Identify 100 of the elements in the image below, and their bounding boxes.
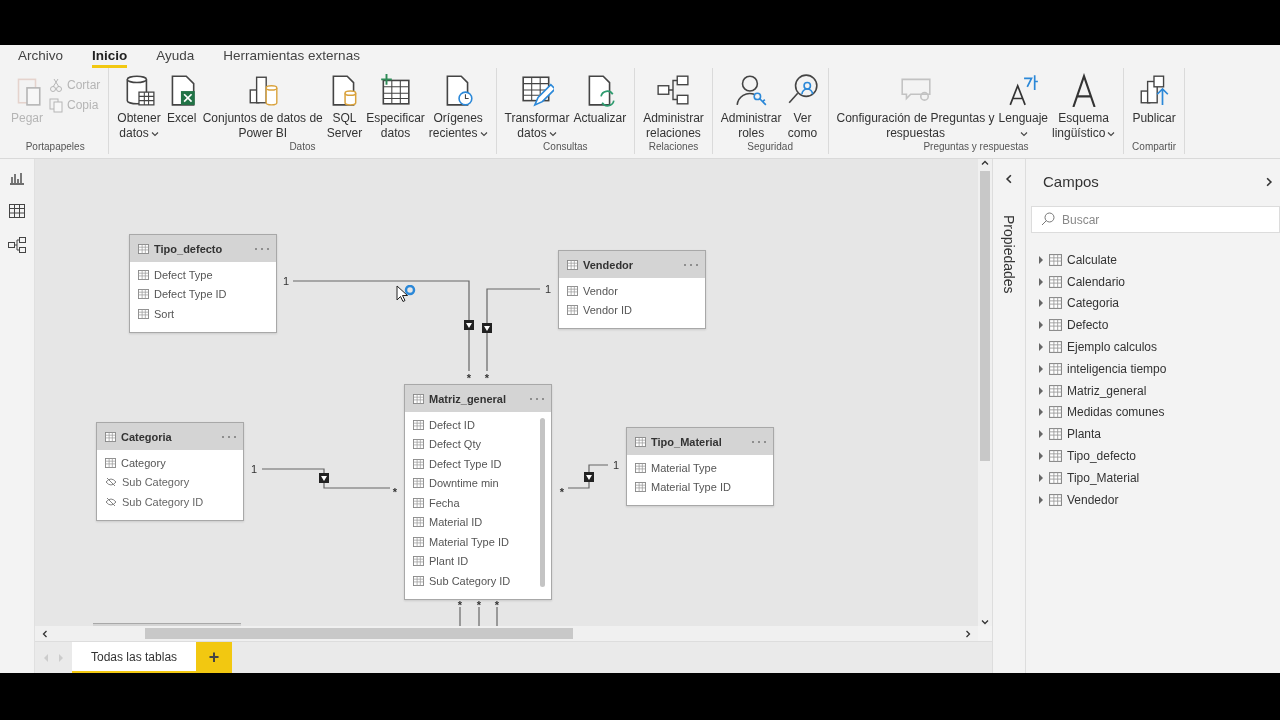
table-icon	[1049, 406, 1062, 419]
field-name: Defect Type ID	[154, 288, 227, 301]
field-name: Vendor ID	[583, 304, 632, 317]
more-options-icon[interactable]	[529, 396, 545, 401]
table-icon	[1049, 471, 1062, 484]
previous-page-icon[interactable]	[43, 653, 49, 662]
field-name: Sub Category	[122, 476, 190, 489]
field-list-item[interactable]: Ejemplo calculos	[1031, 336, 1280, 358]
ribbon-button[interactable]: Publicar	[1130, 73, 1178, 126]
hidden-eye-icon	[105, 496, 117, 507]
ribbon-button[interactable]: Configuración de Preguntas y respuestas	[834, 73, 997, 141]
diagram-icon[interactable]	[8, 237, 26, 253]
menu-tab[interactable]: Ayuda	[156, 48, 195, 68]
ribbon-button[interactable]: SQL Server	[324, 73, 365, 141]
field-list-item[interactable]: Calendario	[1031, 270, 1280, 293]
field-icon	[567, 305, 578, 316]
field-icon	[413, 478, 424, 489]
field-icon	[413, 439, 424, 450]
table-icon	[635, 436, 646, 447]
field-icon	[138, 308, 149, 319]
scrollbar[interactable]	[978, 159, 992, 626]
field-list-item[interactable]: Medidas comunes	[1031, 401, 1280, 424]
field-list-item[interactable]: Vendedor	[1031, 488, 1280, 511]
scroll-right-icon[interactable]	[964, 629, 972, 638]
field-icon	[413, 517, 424, 528]
cardinality-label: *	[494, 599, 500, 611]
ribbon-button[interactable]: Lenguaje	[996, 73, 1050, 141]
table-name: Tipo_Material	[651, 435, 723, 448]
table-name: Vendedor	[583, 258, 635, 271]
scroll-left-icon[interactable]	[41, 629, 49, 638]
scroll-up-icon[interactable]	[981, 159, 989, 167]
table-icon[interactable]	[9, 204, 25, 218]
properties-pane-tab[interactable]: Propiedades	[1001, 215, 1017, 294]
more-options-icon[interactable]	[221, 434, 237, 439]
relationships-icon	[656, 73, 691, 107]
next-page-icon[interactable]	[58, 653, 64, 662]
relationship-line[interactable]	[567, 464, 609, 489]
hidden-eye-icon	[105, 477, 117, 488]
cardinality-label: 1	[282, 275, 290, 287]
ribbon-button[interactable]: Actualizar	[571, 73, 629, 126]
caret-icon	[150, 131, 159, 137]
ribbon-button[interactable]: Ver como	[783, 73, 822, 141]
field-list-item[interactable]: Defecto	[1031, 314, 1280, 337]
ribbon-button[interactable]: Conjuntos de datos de Power BI	[200, 73, 325, 141]
ribbon-button[interactable]: Transformar datos	[502, 73, 572, 141]
field-list-item[interactable]: inteligencia tiempo	[1031, 358, 1280, 380]
table-card[interactable]: Tipo_defecto Defect Type Defect Type ID Sort	[129, 234, 277, 333]
table-icon	[1049, 341, 1062, 354]
field-list-item[interactable]: Tipo_Material	[1031, 466, 1280, 489]
table-card[interactable]: Vendedor Vendor Vendor ID	[558, 250, 706, 329]
table-icon	[105, 431, 116, 442]
cardinality-label: 1	[612, 459, 620, 471]
caret-icon	[1020, 131, 1029, 137]
field-name: Sub Category ID	[429, 574, 511, 587]
table-icon	[1049, 384, 1062, 397]
table-icon	[1049, 450, 1062, 463]
more-options-icon[interactable]	[254, 246, 270, 251]
table-icon	[1049, 319, 1062, 332]
field-icon	[413, 419, 424, 430]
table-card[interactable]: Categoria Category Sub Category Sub Category ID	[96, 422, 244, 521]
more-options-icon[interactable]	[683, 262, 699, 267]
ribbon-button[interactable]: Administrar relaciones	[641, 73, 706, 141]
ribbon-button[interactable]: Excel	[162, 73, 201, 126]
add-page-button[interactable]: +	[196, 642, 233, 673]
bar-chart-icon[interactable]	[9, 171, 25, 185]
field-icon	[567, 285, 578, 296]
scroll-down-icon[interactable]	[981, 618, 989, 626]
ribbon-button[interactable]: Obtener datos	[115, 73, 163, 141]
ribbon-button[interactable]: Especificar datos	[364, 73, 427, 141]
pane-title: Campos	[1043, 173, 1099, 190]
menu-tab[interactable]: Archivo	[18, 48, 63, 68]
menu-tab[interactable]: Inicio	[92, 48, 128, 68]
field-list-item[interactable]: Matriz_general	[1031, 379, 1280, 402]
field-list-item[interactable]: Tipo_defecto	[1031, 445, 1280, 467]
page-tab[interactable]: Todas las tablas	[72, 642, 197, 673]
table-icon	[1049, 275, 1062, 288]
table-icon	[138, 243, 149, 254]
menu-tab[interactable]: Herramientas externas	[223, 48, 360, 68]
scrollbar[interactable]	[540, 418, 545, 587]
relationship-line[interactable]	[261, 468, 391, 489]
group-label: Consultas	[543, 141, 588, 154]
more-options-icon[interactable]	[751, 439, 767, 444]
collapse-icon[interactable]	[1004, 173, 1014, 185]
ribbon-button[interactable]: Orígenes recientes	[426, 73, 490, 141]
field-icon	[635, 462, 646, 473]
search-field[interactable]: Buscar	[1031, 206, 1280, 233]
cardinality-label: *	[392, 486, 398, 498]
table-icon	[567, 259, 578, 270]
ribbon-button[interactable]: Esquema lingüístico	[1050, 73, 1118, 141]
field-list-item[interactable]: Categoria	[1031, 292, 1280, 315]
field-list-item[interactable]: Planta	[1031, 423, 1280, 446]
field-name: Fecha	[429, 496, 460, 509]
table-card[interactable]: Matriz_general Defect ID Defect Qty Defect Type ID Downtime min Fecha Material ID Material Type ID Plant ID Sub Category ID	[404, 384, 552, 600]
table-card[interactable]: Tipo_Material Material Type Material Type ID	[626, 427, 774, 506]
field-list-item[interactable]: Calculate	[1031, 249, 1280, 271]
cardinality-label: *	[559, 486, 565, 498]
ribbon-button[interactable]: Administrar roles	[718, 73, 784, 141]
table-icon	[1049, 428, 1062, 441]
expand-icon[interactable]	[1264, 175, 1274, 188]
group-label: Relaciones	[648, 141, 699, 154]
